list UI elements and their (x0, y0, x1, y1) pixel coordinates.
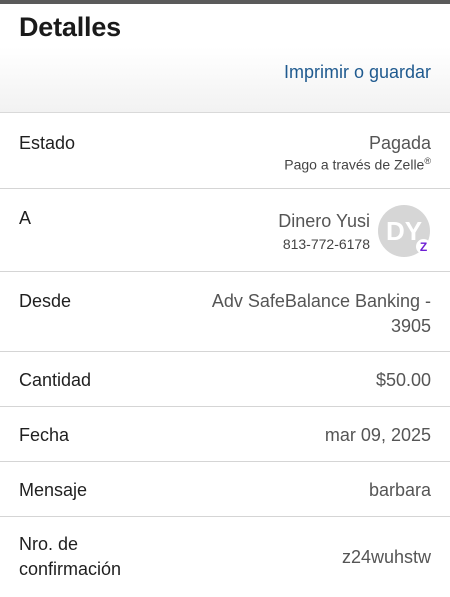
from-label: Desde (19, 291, 72, 311)
status-row: Estado Pagada Pago a través de Zelle® (0, 113, 450, 189)
status-value: Pagada (368, 133, 431, 153)
message-row: Mensaje barbara (0, 462, 450, 517)
confirmation-row: Nro. de confirmación z24wuhstw (0, 517, 450, 597)
confirmation-label-line2: confirmación (19, 559, 122, 579)
date-value: mar 09, 2025 (324, 425, 431, 445)
recipient-label: A (19, 208, 32, 228)
recipient-name: Dinero Yusi (278, 211, 370, 231)
page-title: Detalles (19, 12, 121, 42)
confirmation-number: z24wuhstw (341, 547, 431, 567)
date-label: Fecha (19, 425, 70, 445)
confirmation-label-line1: Nro. de (19, 534, 79, 554)
zelle-icon: Z (416, 239, 431, 254)
amount-row: Cantidad $50.00 (0, 352, 450, 407)
status-label: Estado (19, 133, 76, 153)
message-value: barbara (368, 480, 431, 500)
payment-method-text: Pago a través de Zelle® (284, 156, 431, 173)
payment-method-label: Pago a través de Zelle (284, 156, 425, 173)
recipient-phone: 813-772-6178 (282, 236, 370, 252)
amount-label: Cantidad (19, 370, 92, 390)
registered-mark: ® (424, 156, 431, 166)
amount-value: $50.00 (375, 370, 431, 390)
print-or-save-link[interactable]: Imprimir o guardar (284, 62, 431, 83)
date-row: Fecha mar 09, 2025 (0, 407, 450, 462)
from-account-row: Desde Adv SafeBalance Banking - 3905 (0, 272, 450, 352)
message-label: Mensaje (19, 480, 88, 500)
from-account-line2: 3905 (390, 316, 431, 336)
recipient-row: A Dinero Yusi 813-772-6178 DY Z (0, 189, 450, 272)
from-account-line1: Adv SafeBalance Banking - (211, 291, 431, 311)
details-header: Detalles Imprimir o guardar (0, 4, 450, 113)
